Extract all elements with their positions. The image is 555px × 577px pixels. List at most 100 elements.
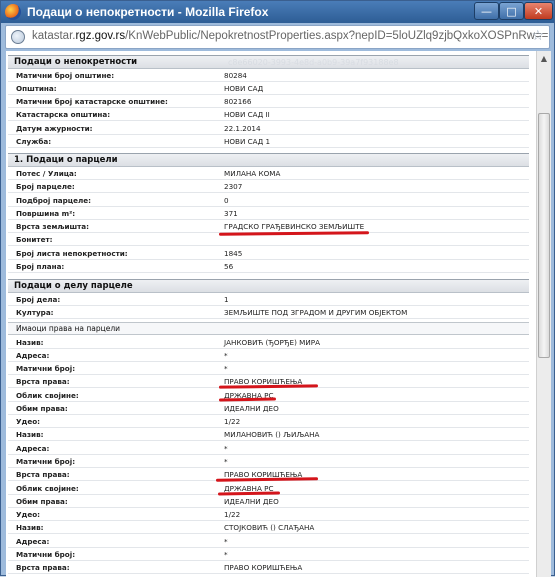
row-label: Матични број општине: — [16, 71, 115, 80]
table-row: Матични број општине: 80284 — [8, 69, 529, 82]
maximize-button[interactable]: □ — [499, 2, 524, 20]
browser-window: Подаци о непокретности - Mozilla Firefox… — [0, 0, 555, 577]
row-value: ИДЕАЛНИ ДЕО — [224, 497, 279, 506]
row-value: МИЛАНА КОМА — [224, 169, 281, 178]
row-label: Обим права: — [16, 404, 68, 413]
row-label: Удео: — [16, 417, 41, 426]
table-row: Адреса: * — [8, 442, 529, 455]
row-label: Адреса: — [16, 351, 50, 360]
title-bar[interactable]: Подаци о непокретности - Mozilla Firefox… — [1, 1, 554, 23]
section-title: Подаци о делу парцеле — [14, 281, 133, 291]
row-value: 371 — [224, 209, 238, 218]
row-label: Матични број: — [16, 364, 76, 373]
address-bar[interactable]: katastar.rgz.gov.rs/KnWebPublic/Nepokret… — [5, 25, 550, 49]
section-title: Подаци о непокретности — [14, 57, 138, 67]
section-title: 1. Подаци о парцели — [14, 155, 118, 165]
row-value: 1 — [224, 295, 229, 304]
row-label: Број дела: — [16, 295, 61, 304]
table-row: Матични број: * — [8, 548, 529, 561]
section-property-header: Подаци о непокретности c8e66020-3993-4e8… — [8, 55, 529, 69]
table-row: Адреса: * — [8, 535, 529, 548]
url-domain: rgz.gov.rs — [75, 30, 126, 42]
table-row: Врста земљишта: ГРАДСКО ГРАЂЕВИНСКО ЗЕМЉИ… — [8, 220, 529, 233]
window-title: Подаци о непокретности - Mozilla Firefox — [27, 5, 269, 19]
row-value: * — [224, 550, 228, 559]
row-value: * — [224, 457, 228, 466]
row-label: Матични број: — [16, 457, 76, 466]
table-row: Потес / Улица: МИЛАНА КОМА — [8, 167, 529, 180]
row-value: ПРАВО КОРИШЋЕЊА — [224, 563, 303, 572]
table-row: Адреса: * — [8, 349, 529, 362]
page-content: Подаци о непокретности c8e66020-3993-4e8… — [6, 51, 536, 577]
row-label: Матични број: — [16, 550, 76, 559]
table-row: Катастарска општина: НОВИ САД II — [8, 108, 529, 121]
row-label: Назив: — [16, 430, 44, 439]
row-value: СТОЈКОВИЋ () СЛАЂАНА — [224, 523, 315, 532]
close-button[interactable]: ✕ — [524, 2, 553, 20]
row-label: Број листа непокретности: — [16, 249, 128, 258]
table-row: Обим права: ИДЕАЛНИ ДЕО — [8, 402, 529, 415]
row-label: Служба: — [16, 137, 52, 146]
table-row: Општина: НОВИ САД — [8, 82, 529, 95]
scroll-thumb[interactable] — [538, 113, 550, 358]
row-value: 802166 — [224, 97, 252, 106]
url-text[interactable]: katastar.rgz.gov.rs/KnWebPublic/Nepokret… — [32, 30, 548, 42]
row-label: Облик својине: — [16, 484, 79, 493]
row-value: 1/22 — [224, 417, 241, 426]
table-row: Површина m²: 371 — [8, 207, 529, 220]
rights-holders-subheader: Имаоци права на парцели — [8, 322, 529, 335]
table-row: Назив: ЈАНКОВИЋ (ЂОРЂЕ) МИРА — [8, 336, 529, 349]
row-value: 1845 — [224, 249, 243, 258]
row-label: Бонитет: — [16, 235, 53, 244]
row-label: Врста права: — [16, 470, 70, 479]
table-row: Култура: ЗЕМЉИШТЕ ПОД ЗГРАДОМ И ДРУГИМ ОБ… — [8, 306, 529, 319]
row-label: Врста права: — [16, 563, 70, 572]
row-label: Површина m²: — [16, 209, 76, 218]
row-value: ИДЕАЛНИ ДЕО — [224, 404, 279, 413]
property-guid: c8e66020-3993-4e8d-a0b9-39a7f93188e8 — [228, 58, 399, 67]
table-row: Број дела: 1 — [8, 293, 529, 306]
row-value: * — [224, 537, 228, 546]
globe-icon — [11, 30, 25, 44]
scroll-up-arrow-icon[interactable]: ▲ — [537, 51, 551, 66]
row-label: Врста земљишта: — [16, 222, 90, 231]
table-row: Обим права: ИДЕАЛНИ ДЕО — [8, 495, 529, 508]
row-label: Назив: — [16, 338, 44, 347]
row-label: Катастарска општина: — [16, 110, 111, 119]
row-label: Назив: — [16, 523, 44, 532]
table-row: Служба: НОВИ САД 1 — [8, 135, 529, 148]
row-value: * — [224, 351, 228, 360]
star-icon[interactable]: ☆ — [531, 28, 544, 44]
row-label: Потес / Улица: — [16, 169, 77, 178]
row-value: НОВИ САД — [224, 84, 264, 93]
row-value: * — [224, 364, 228, 373]
row-value: 0 — [224, 196, 229, 205]
row-label: Подброј парцеле: — [16, 196, 92, 205]
row-label: Адреса: — [16, 444, 50, 453]
table-row: Назив: СТОЈКОВИЋ () СЛАЂАНА — [8, 521, 529, 534]
row-value: 1/22 — [224, 510, 241, 519]
table-row: Удео: 1/22 — [8, 508, 529, 521]
table-row: Број листа непокретности: 1845 — [8, 247, 529, 260]
row-value: 80284 — [224, 71, 247, 80]
table-row: Удео: 1/22 — [8, 415, 529, 428]
table-row: Врста права: ПРАВО КОРИШЋЕЊА — [8, 561, 529, 574]
row-label: Матични број катастарске општине: — [16, 97, 168, 106]
row-label: Удео: — [16, 510, 41, 519]
table-row: Матични број: * — [8, 362, 529, 375]
row-value: 2307 — [224, 182, 243, 191]
url-prefix: katastar. — [32, 30, 76, 42]
table-row: Број плана: 56 — [8, 260, 529, 273]
row-value: НОВИ САД II — [224, 110, 270, 119]
row-label: Број плана: — [16, 262, 65, 271]
minimize-button[interactable]: — — [474, 2, 499, 20]
row-label: Обим права: — [16, 497, 68, 506]
row-label: Адреса: — [16, 537, 50, 546]
row-value: * — [224, 444, 228, 453]
row-label: Општина: — [16, 84, 57, 93]
row-label: Култура: — [16, 308, 54, 317]
row-label: Облик својине: — [16, 391, 79, 400]
section-parcel-part-header: Подаци о делу парцеле — [8, 279, 529, 293]
row-value: НОВИ САД 1 — [224, 137, 271, 146]
vertical-scrollbar[interactable]: ▲ — [536, 51, 551, 577]
